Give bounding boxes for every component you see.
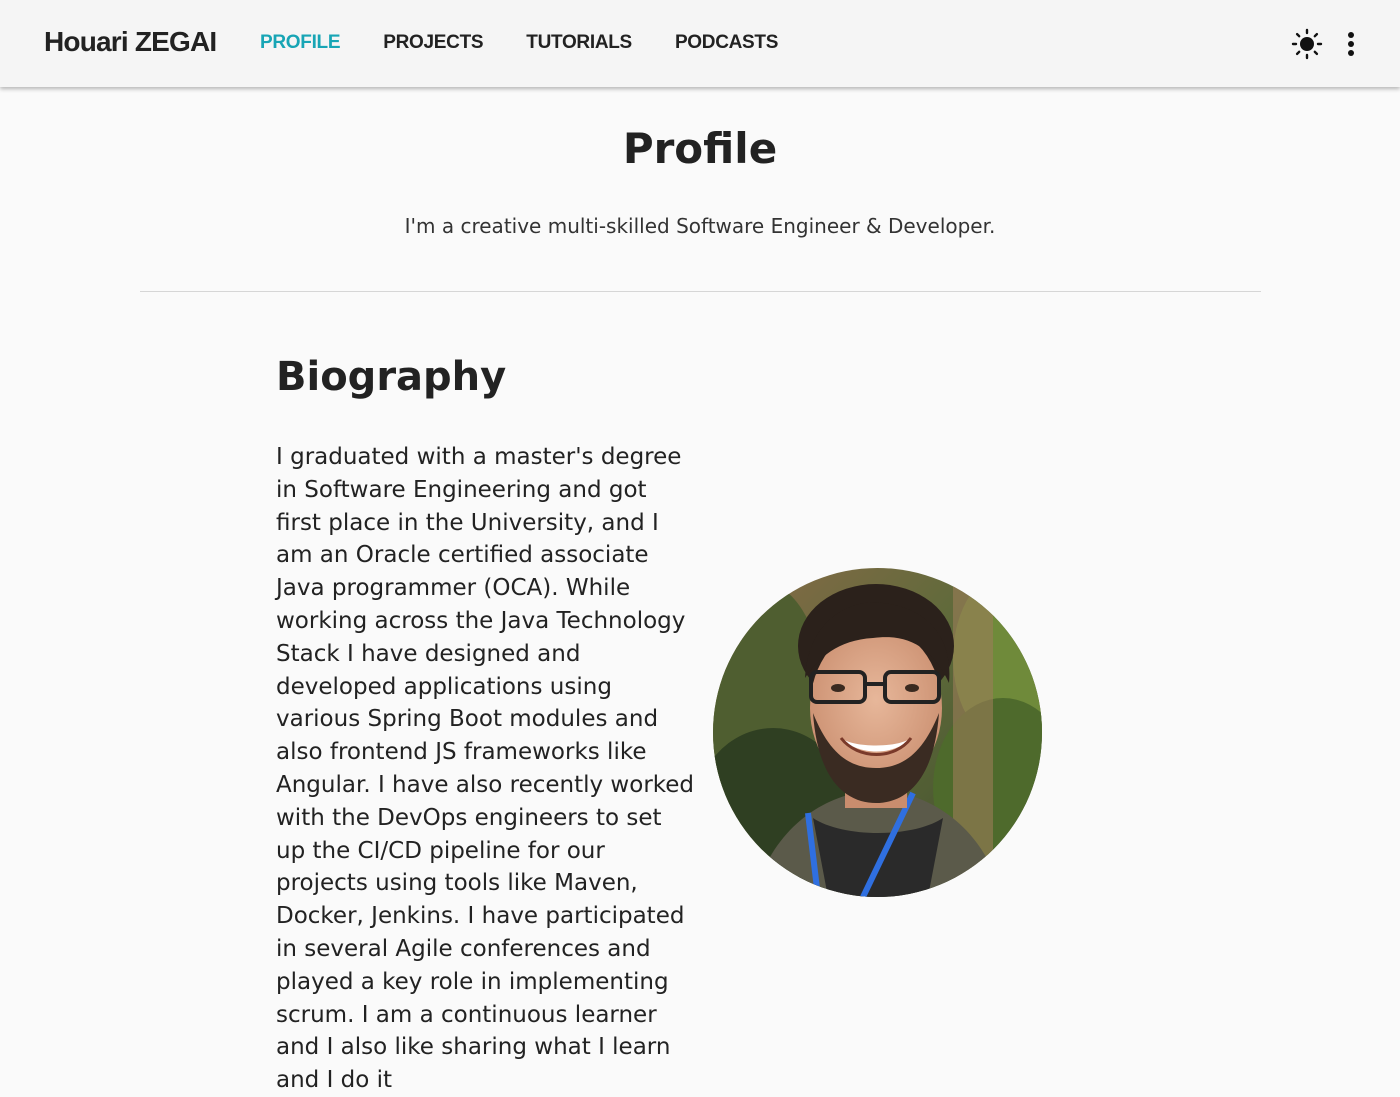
page-title: Profile (622, 124, 778, 173)
more-menu-button[interactable] (1335, 28, 1367, 60)
profile-photo (713, 568, 1042, 897)
nav-profile[interactable]: PROFILE (260, 32, 341, 54)
biography-heading: Biography (276, 354, 507, 400)
nav-projects[interactable]: PROJECTS (383, 32, 483, 54)
sun-icon (1291, 28, 1323, 60)
main-nav: PROFILE PROJECTS TUTORIALS PODCASTS (260, 32, 821, 54)
site-brand[interactable]: Houari ZEGAI (44, 26, 217, 58)
nav-podcasts[interactable]: PODCASTS (675, 32, 778, 54)
nav-tutorials[interactable]: TUTORIALS (526, 32, 632, 54)
more-vertical-icon (1348, 32, 1354, 56)
portrait-image (713, 568, 1042, 897)
page-subtitle: I'm a creative multi-skilled Software En… (404, 214, 996, 238)
top-app-bar: Houari ZEGAI PROFILE PROJECTS TUTORIALS … (0, 0, 1400, 87)
biography-text: I graduated with a master's degree in So… (276, 444, 695, 1094)
section-divider (140, 291, 1261, 292)
theme-toggle-button[interactable] (1291, 28, 1323, 60)
